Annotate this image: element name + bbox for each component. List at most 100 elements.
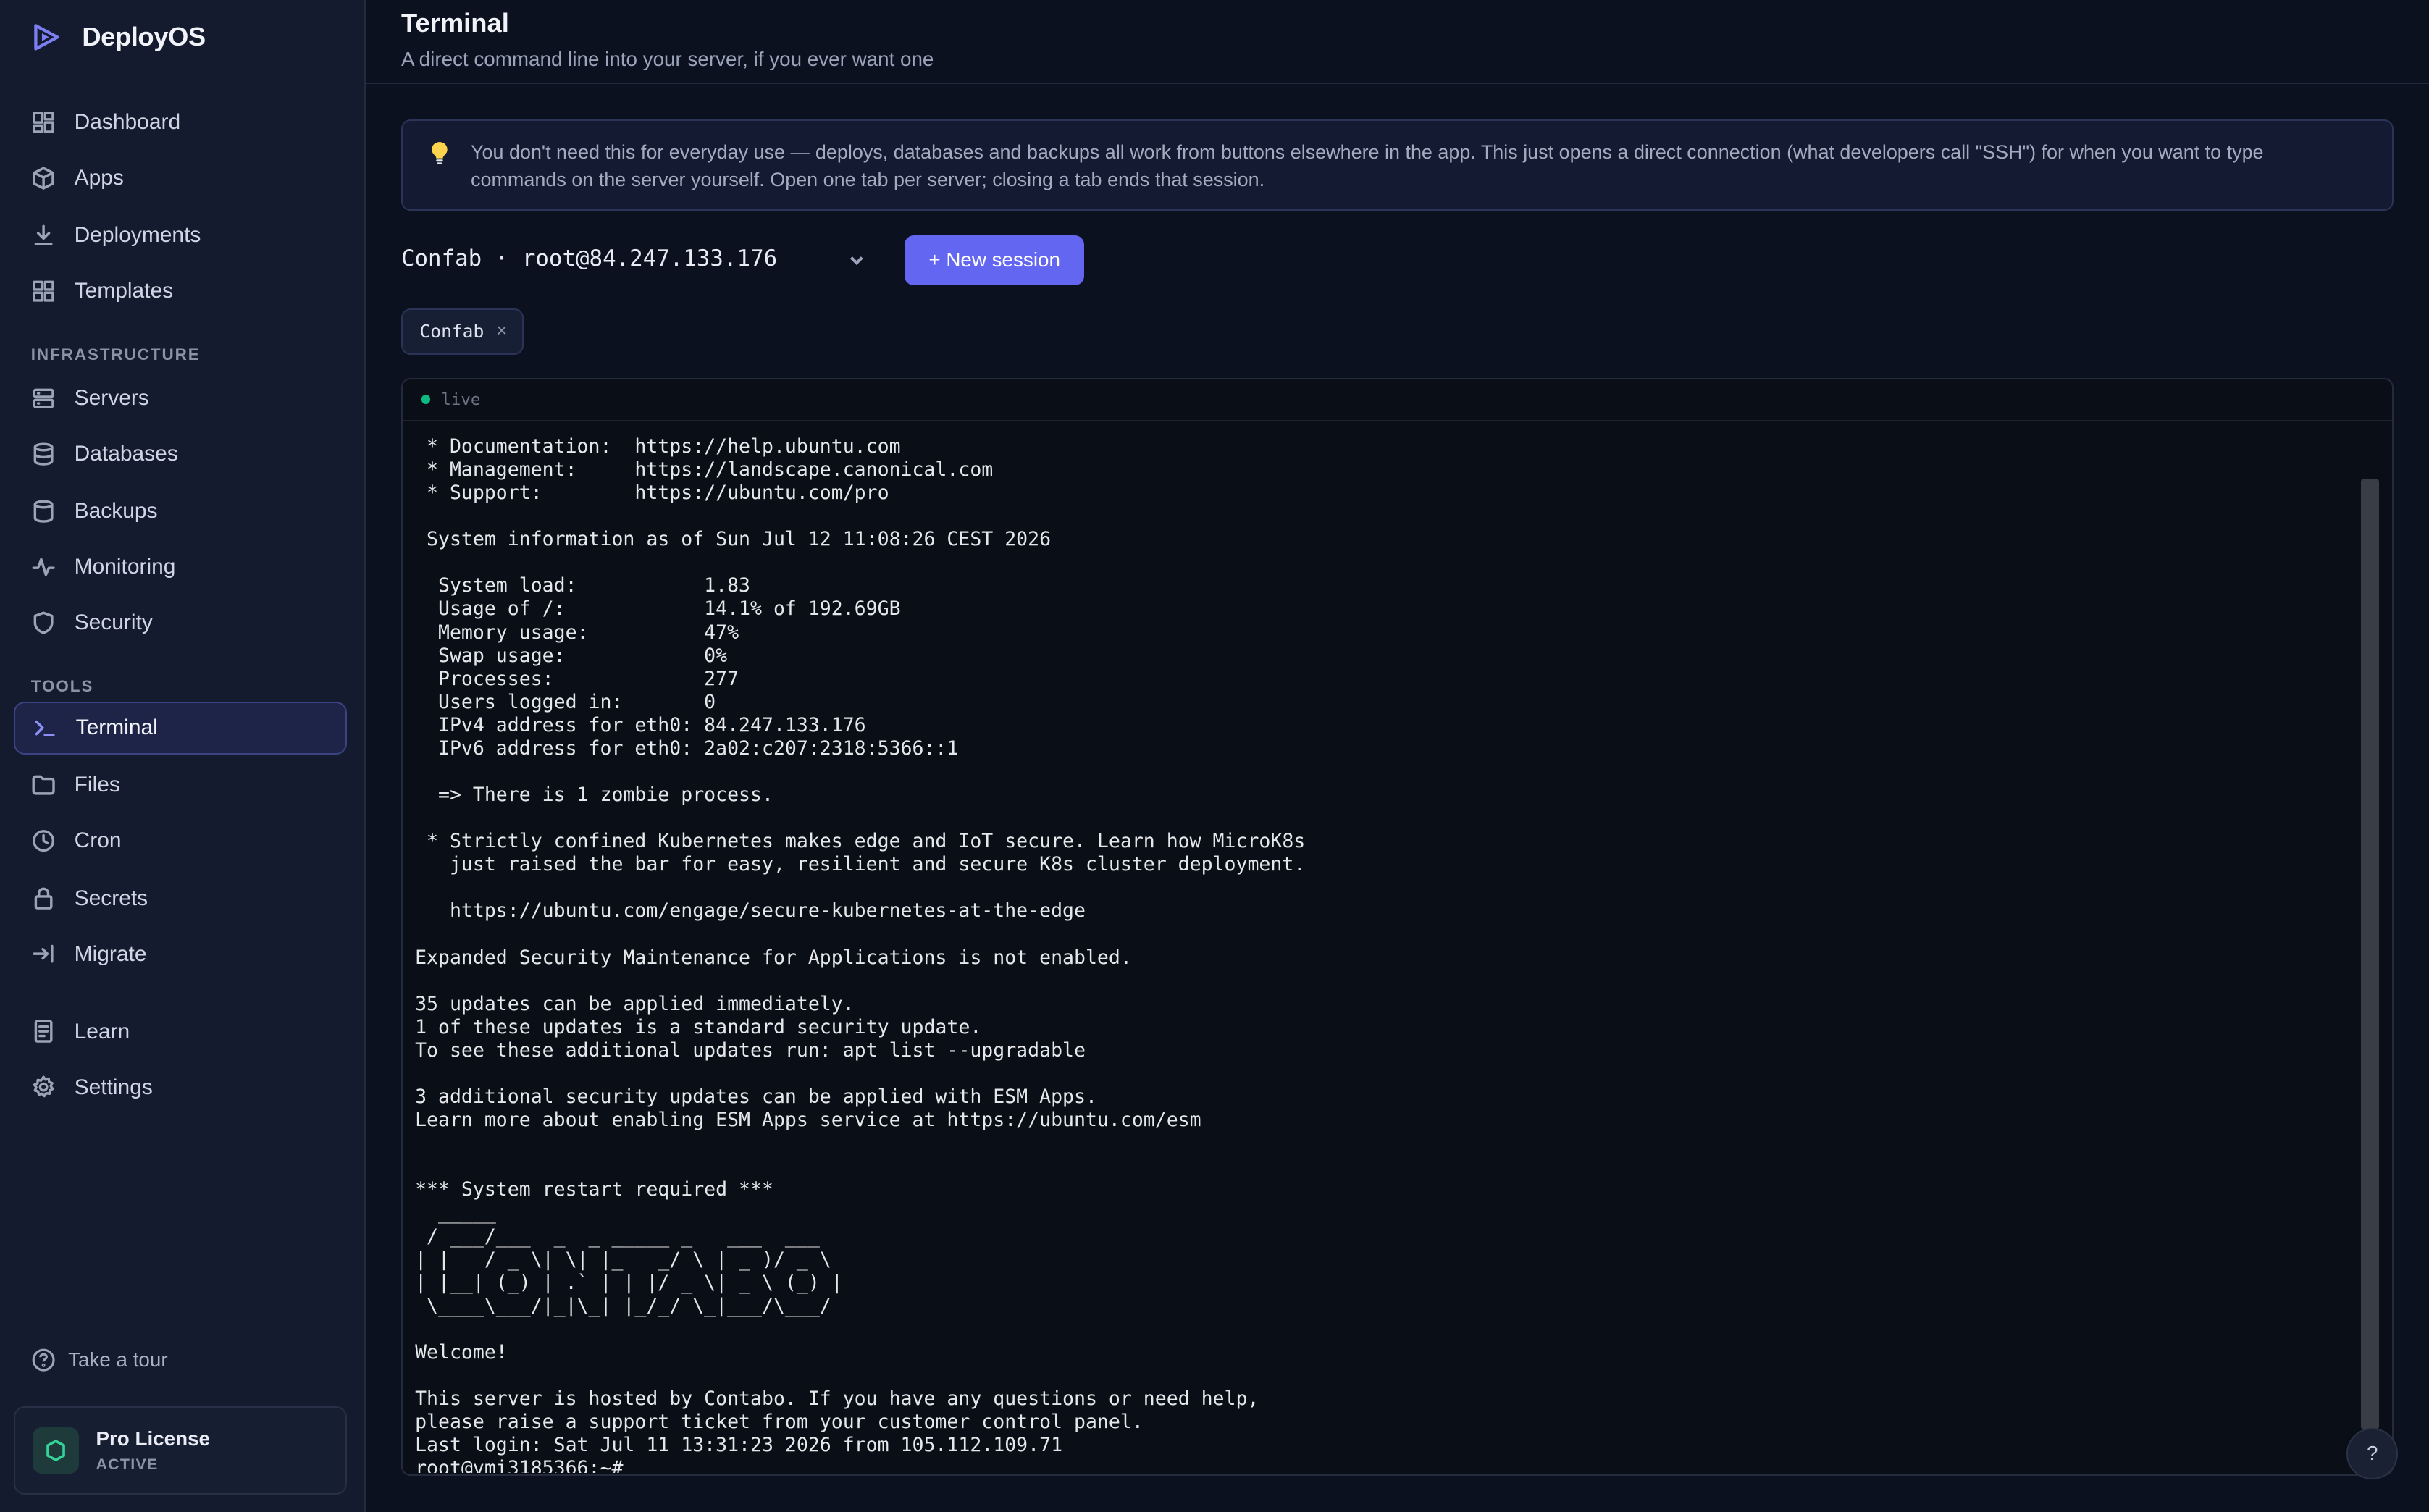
brand[interactable]: DeployOS [0,0,364,75]
sidebar-item-cron[interactable]: Cron [14,815,347,868]
session-tab[interactable]: Confab × [400,308,524,355]
terminal-line: Usage of /: 14.1% of 192.69GB [415,597,901,621]
sidebar-item-label: Templates [74,279,174,303]
license-name: Pro License [96,1427,211,1450]
terminal-line: Welcome! [415,1340,508,1364]
chevron-down-icon [849,256,863,266]
sidebar-item-databases[interactable]: Databases [14,427,347,480]
sidebar-item-label: Databases [74,441,178,466]
info-text-line: You don't need this for everyday use — d… [471,141,2264,164]
info-banner: You don't need this for everyday use — d… [400,119,2394,211]
box-icon [33,167,54,190]
activity-icon [32,558,55,576]
take-a-tour-link[interactable]: Take a tour [31,1348,168,1372]
new-session-button[interactable]: + New session [905,235,1085,285]
terminal-icon [35,720,55,736]
sidebar-item-label: Learn [74,1019,130,1043]
license-shield [32,1427,79,1474]
section-label-tools: TOOLS [30,676,94,695]
terminal-line: 35 updates can be applied immediately. [415,992,855,1015]
terminal-line: To see these additional updates run: apt… [415,1038,1086,1062]
terminal-line: Swap usage: 0% [415,644,728,667]
terminal-line: System load: 1.83 [415,574,751,597]
hexagon-icon [46,1439,65,1462]
sidebar-item-migrate[interactable]: Migrate [14,928,347,980]
page-subtitle: A direct command line into your server, … [400,47,934,70]
server-session-value: Confab · root@84.247.133.176 [400,245,778,272]
sidebar-item-label: Security [74,610,153,634]
license-card[interactable]: Pro License ACTIVE [14,1406,348,1495]
terminal-line: please raise a support ticket from your … [415,1411,1144,1434]
terminal-scrollbar[interactable] [2360,478,2380,1430]
info-text: You don't need this for everyday use — d… [471,139,2264,209]
page-title: Terminal [400,7,509,38]
license-status: ACTIVE [96,1455,159,1473]
terminal-line: *** System restart required *** [415,1178,773,1201]
main-content: Terminal A direct command line into your… [365,0,2429,1512]
sidebar-item-security[interactable]: Security [14,596,347,649]
server-session-select[interactable]: Confab · root@84.247.133.176 [401,235,881,282]
help-circle-icon [32,1348,55,1372]
terminal-line: IPv6 address for eth0: 2a02:c207:2318:53… [415,736,959,760]
sidebar-item-terminal[interactable]: Terminal [14,701,348,755]
sidebar: DeployOS Dashboard Apps Deployments Temp… [0,0,366,1512]
play-triangle-icon [34,24,59,51]
server-icon [33,388,54,408]
terminal-window[interactable]: live * Documentation: https://help.ubunt… [400,377,2394,1477]
terminal-line: IPv4 address for eth0: 84.247.133.176 [415,713,866,736]
sidebar-item-files[interactable]: Files [14,759,347,812]
sidebar-item-label: Backups [74,498,158,523]
terminal-line: * Management: https://landscape.canonica… [415,458,994,481]
sidebar-item-secrets[interactable]: Secrets [14,872,347,925]
terminal-line: Processes: 277 [415,667,739,690]
folder-icon [32,775,55,795]
terminal-line: Users logged in: 0 [415,690,716,713]
terminal-line: Learn more about enabling ESM Apps servi… [415,1109,1201,1132]
sidebar-item-templates[interactable]: Templates [14,265,347,318]
page-header: Terminal A direct command line into your… [365,0,2429,84]
session-tab-label: Confab [419,321,484,343]
live-status-label: live [441,390,481,409]
terminal-line: 1 of these updates is a standard securit… [415,1015,982,1038]
terminal-line: https://ubuntu.com/engage/secure-kuberne… [415,899,1086,923]
sidebar-item-backups[interactable]: Backups [14,484,347,537]
sidebar-item-label: Apps [74,165,124,190]
help-button[interactable]: ? [2346,1428,2399,1479]
sidebar-item-deployments[interactable]: Deployments [14,209,347,262]
terminal-line: * Support: https://ubuntu.com/pro [415,482,889,505]
database-icon [33,500,54,523]
terminal-output[interactable]: * Documentation: https://help.ubuntu.com… [415,435,2352,1473]
sidebar-item-label: Dashboard [74,109,181,134]
terminal-line: System information as of Sun Jul 12 11:0… [415,528,1052,551]
info-text-line: commands on the server yourself. Open on… [471,168,1265,190]
lightbulb-icon [432,142,448,165]
document-icon [34,1020,53,1043]
sidebar-item-learn[interactable]: Learn [14,1005,347,1058]
clock-icon [32,830,54,852]
terminal-line: => There is 1 zombie process. [415,784,773,807]
terminal-line: * Strictly confined Kubernetes makes edg… [415,830,1306,853]
close-icon[interactable]: × [496,321,507,342]
arrow-right-bar-icon [33,945,54,963]
terminal-line: Expanded Security Maintenance for Applic… [415,946,1132,969]
sidebar-item-label: Terminal [75,715,158,740]
sidebar-item-label: Secrets [74,886,148,910]
sidebar-item-settings[interactable]: Settings [14,1061,347,1114]
sidebar-item-monitoring[interactable]: Monitoring [14,540,347,593]
sidebar-item-dashboard[interactable]: Dashboard [14,96,347,149]
sidebar-item-apps[interactable]: Apps [14,152,347,205]
brand-name: DeployOS [82,22,206,52]
sidebar-item-label: Files [74,773,120,797]
sidebar-item-servers[interactable]: Servers [14,371,347,424]
terminal-line: Last login: Sat Jul 11 13:31:23 2026 fro… [415,1434,1063,1457]
database-icon [33,442,54,466]
sidebar-item-label: Migrate [74,941,147,966]
